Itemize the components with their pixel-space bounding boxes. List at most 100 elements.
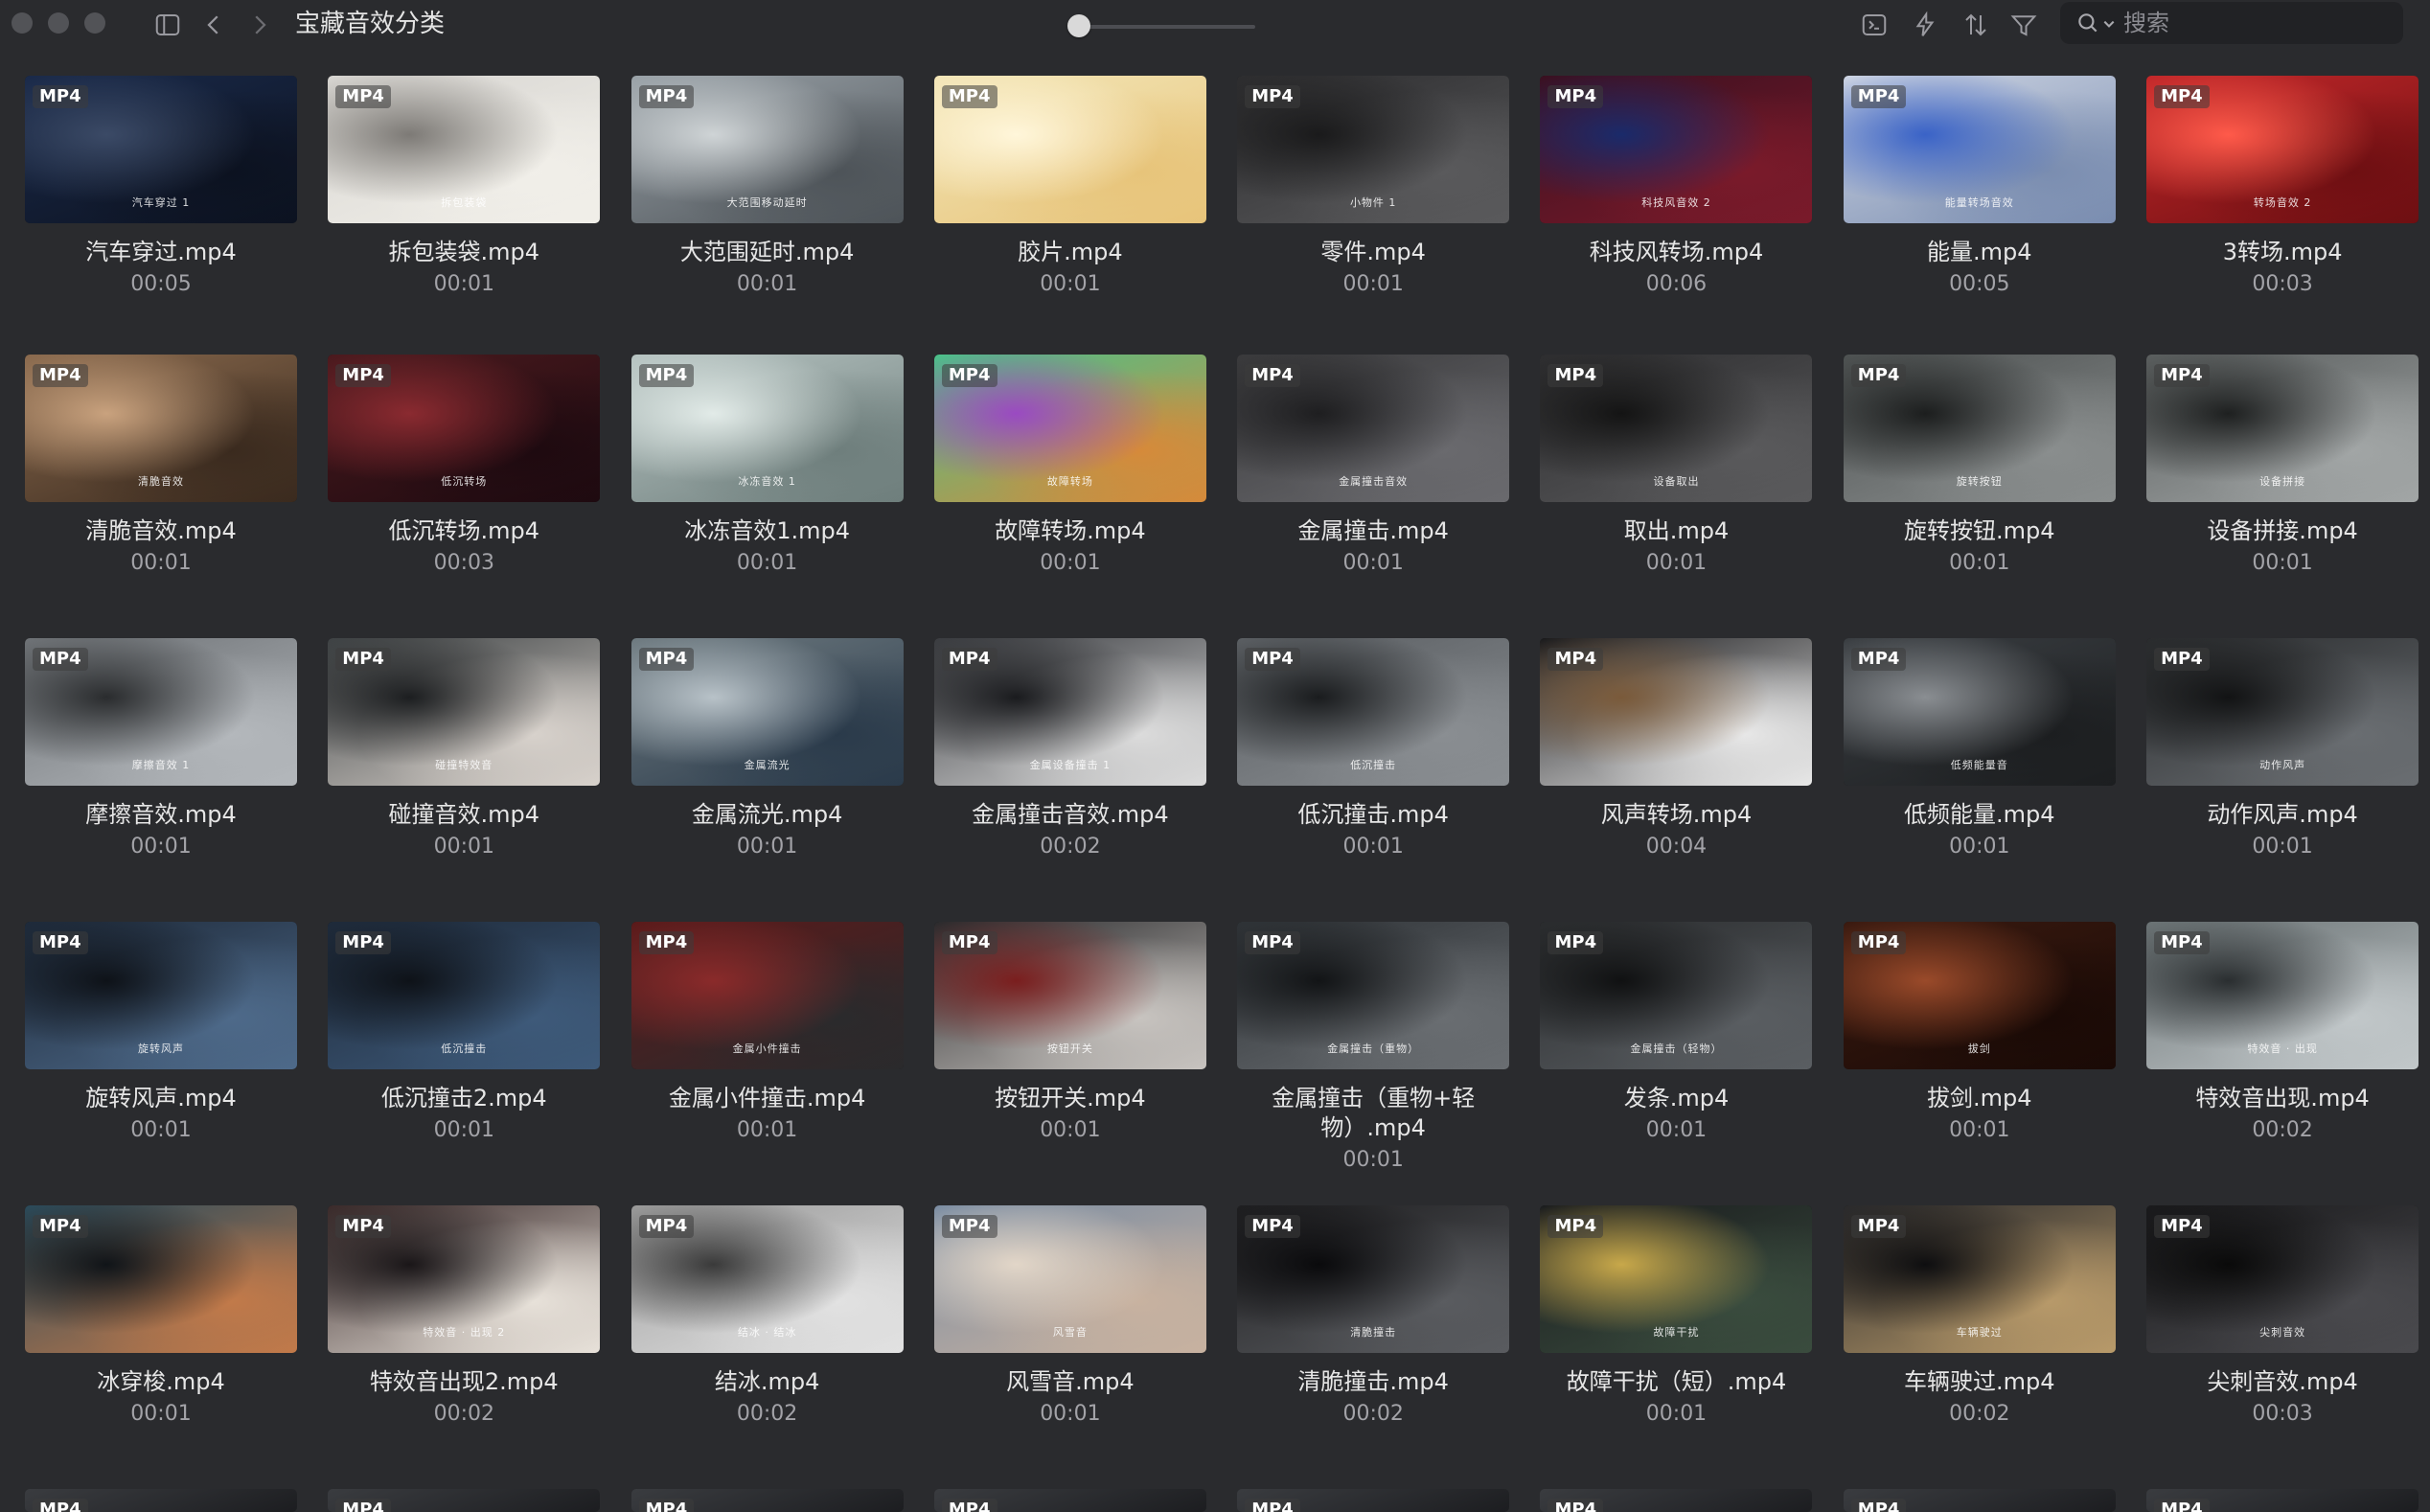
video-thumbnail[interactable]: 金属流光 MP4 (630, 638, 904, 786)
media-tile[interactable]: 汽车穿过 1 MP4 汽车穿过.mp4 00:05 (25, 76, 297, 355)
file-name[interactable]: 金属撞击音效.mp4 (934, 800, 1206, 830)
file-name[interactable]: 3转场.mp4 (2146, 238, 2419, 267)
media-tile[interactable]: 小物件 1 MP4 零件.mp4 00:01 (1237, 76, 1510, 355)
media-tile[interactable]: 故障干扰 MP4 故障干扰（短）.mp4 00:01 (1540, 1205, 1813, 1489)
video-thumbnail[interactable]: 金属撞击（重物） MP4 (1237, 922, 1510, 1069)
file-name[interactable]: 碰撞音效.mp4 (328, 800, 600, 830)
media-tile[interactable]: 清脆撞击 MP4 清脆撞击.mp4 00:02 (1237, 1205, 1510, 1489)
video-thumbnail[interactable]: 动作风声 MP4 (2146, 638, 2419, 786)
media-tile[interactable]: MP4 (933, 1489, 1206, 1512)
file-name[interactable]: 大范围延时.mp4 (631, 238, 904, 267)
media-tile[interactable]: MP4 胶片.mp4 00:01 (933, 76, 1206, 355)
media-tile[interactable]: MP4 (328, 1489, 601, 1512)
video-thumbnail[interactable]: MP4 (1843, 1489, 2116, 1512)
media-tile[interactable]: 能量转场音效 MP4 能量.mp4 00:05 (1843, 76, 2116, 355)
close-window-button[interactable] (11, 12, 33, 34)
minimize-window-button[interactable] (48, 12, 69, 34)
media-tile[interactable]: 特效音 · 出现 2 MP4 特效音出现2.mp4 00:02 (328, 1205, 601, 1489)
media-tile[interactable]: 金属撞击（重物） MP4 金属撞击（重物+轻物）.mp4 00:01 (1237, 922, 1510, 1205)
file-name[interactable]: 冰冻音效1.mp4 (631, 516, 904, 546)
video-thumbnail[interactable]: 金属设备撞击 1 MP4 (933, 638, 1206, 786)
media-tile[interactable]: MP4 (1540, 1489, 1813, 1512)
file-name[interactable]: 低沉撞击.mp4 (1237, 800, 1509, 830)
video-thumbnail[interactable]: MP4 (1540, 1489, 1813, 1512)
file-name[interactable]: 清脆撞击.mp4 (1237, 1367, 1509, 1397)
media-tile[interactable]: 科技风音效 2 MP4 科技风转场.mp4 00:06 (1540, 76, 1813, 355)
search-box[interactable] (2060, 2, 2413, 44)
file-name[interactable]: 拆包装袋.mp4 (328, 238, 600, 267)
file-name[interactable]: 低频能量.mp4 (1844, 800, 2116, 830)
file-name[interactable]: 零件.mp4 (1237, 238, 1509, 267)
video-thumbnail[interactable]: 风雪音 MP4 (933, 1205, 1206, 1353)
forward-chevron-icon[interactable] (242, 8, 277, 42)
file-name[interactable]: 动作风声.mp4 (2146, 800, 2419, 830)
sort-icon[interactable] (1959, 8, 1993, 42)
media-tile[interactable]: 金属撞击音效 MP4 金属撞击.mp4 00:01 (1237, 355, 1510, 638)
file-name[interactable]: 发条.mp4 (1540, 1084, 1812, 1113)
media-tile[interactable]: 低频能量音 MP4 低频能量.mp4 00:01 (1843, 638, 2116, 922)
file-name[interactable]: 冰穿梭.mp4 (25, 1367, 297, 1397)
video-thumbnail[interactable]: 能量转场音效 MP4 (1843, 76, 2116, 223)
file-name[interactable]: 设备拼接.mp4 (2146, 516, 2419, 546)
video-thumbnail[interactable]: MP4 (630, 1489, 904, 1512)
media-tile[interactable]: 车辆驶过 MP4 车辆驶过.mp4 00:02 (1843, 1205, 2116, 1489)
file-name[interactable]: 拔剑.mp4 (1844, 1084, 2116, 1113)
zoom-slider-track[interactable] (1071, 25, 1255, 29)
media-tile[interactable]: 动作风声 MP4 动作风声.mp4 00:01 (2146, 638, 2419, 922)
file-name[interactable]: 旋转风声.mp4 (25, 1084, 297, 1113)
media-tile[interactable]: 清脆音效 MP4 清脆音效.mp4 00:01 (25, 355, 297, 638)
video-thumbnail[interactable]: 摩擦音效 1 MP4 (25, 638, 297, 786)
media-tile[interactable]: 风雪音 MP4 风雪音.mp4 00:01 (933, 1205, 1206, 1489)
media-tile[interactable]: 故障转场 MP4 故障转场.mp4 00:01 (933, 355, 1206, 638)
media-tile[interactable]: 冰冻音效 1 MP4 冰冻音效1.mp4 00:01 (630, 355, 904, 638)
video-thumbnail[interactable]: 大范围移动延时 MP4 (630, 76, 904, 223)
media-tile[interactable]: MP4 风声转场.mp4 00:04 (1540, 638, 1813, 922)
video-thumbnail[interactable]: 转场音效 2 MP4 (2146, 76, 2419, 223)
video-thumbnail[interactable]: 尖刺音效 MP4 (2146, 1205, 2419, 1353)
file-name[interactable]: 旋转按钮.mp4 (1844, 516, 2116, 546)
media-tile[interactable]: 低沉转场 MP4 低沉转场.mp4 00:03 (328, 355, 601, 638)
media-tile[interactable]: MP4 (1237, 1489, 1510, 1512)
media-tile[interactable]: 转场音效 2 MP4 3转场.mp4 00:03 (2146, 76, 2419, 355)
media-tile[interactable]: 摩擦音效 1 MP4 摩擦音效.mp4 00:01 (25, 638, 297, 922)
video-thumbnail[interactable]: 金属撞击（轻物） MP4 (1540, 922, 1813, 1069)
video-thumbnail[interactable]: 按钮开关 MP4 (933, 922, 1206, 1069)
video-thumbnail[interactable]: MP4 (933, 76, 1206, 223)
file-name[interactable]: 金属撞击（重物+轻物）.mp4 (1237, 1084, 1509, 1143)
media-tile[interactable]: 大范围移动延时 MP4 大范围延时.mp4 00:01 (630, 76, 904, 355)
video-thumbnail[interactable]: 碰撞特效音 MP4 (328, 638, 601, 786)
media-tile[interactable]: 旋转风声 MP4 旋转风声.mp4 00:01 (25, 922, 297, 1205)
video-thumbnail[interactable]: MP4 (328, 1489, 601, 1512)
media-tile[interactable]: MP4 (1843, 1489, 2116, 1512)
media-tile[interactable]: 尖刺音效 MP4 尖刺音效.mp4 00:03 (2146, 1205, 2419, 1489)
video-thumbnail[interactable]: 低沉撞击 MP4 (328, 922, 601, 1069)
file-name[interactable]: 清脆音效.mp4 (25, 516, 297, 546)
video-thumbnail[interactable]: 金属撞击音效 MP4 (1237, 355, 1510, 502)
file-name[interactable]: 故障转场.mp4 (934, 516, 1206, 546)
file-name[interactable]: 金属流光.mp4 (631, 800, 904, 830)
file-name[interactable]: 风声转场.mp4 (1540, 800, 1812, 830)
video-thumbnail[interactable]: 设备取出 MP4 (1540, 355, 1813, 502)
media-tile[interactable]: MP4 (2146, 1489, 2419, 1512)
video-thumbnail[interactable]: 金属小件撞击 MP4 (630, 922, 904, 1069)
file-name[interactable]: 特效音出现2.mp4 (328, 1367, 600, 1397)
video-thumbnail[interactable]: MP4 (25, 1205, 297, 1353)
video-thumbnail[interactable]: 小物件 1 MP4 (1237, 76, 1510, 223)
media-tile[interactable]: 金属小件撞击 MP4 金属小件撞击.mp4 00:01 (630, 922, 904, 1205)
video-thumbnail[interactable]: 特效音 · 出现 2 MP4 (328, 1205, 601, 1353)
media-tile[interactable]: MP4 (630, 1489, 904, 1512)
media-tile[interactable]: 低沉撞击 MP4 低沉撞击2.mp4 00:01 (328, 922, 601, 1205)
video-thumbnail[interactable]: 车辆驶过 MP4 (1843, 1205, 2116, 1353)
video-thumbnail[interactable]: 旋转风声 MP4 (25, 922, 297, 1069)
file-name[interactable]: 取出.mp4 (1540, 516, 1812, 546)
video-thumbnail[interactable]: 科技风音效 2 MP4 (1540, 76, 1813, 223)
media-tile[interactable]: 金属流光 MP4 金属流光.mp4 00:01 (630, 638, 904, 922)
chevron-down-icon[interactable] (2102, 16, 2116, 30)
media-tile[interactable]: MP4 冰穿梭.mp4 00:01 (25, 1205, 297, 1489)
file-name[interactable]: 按钮开关.mp4 (934, 1084, 1206, 1113)
media-tile[interactable]: 拆包装袋 MP4 拆包装袋.mp4 00:01 (328, 76, 601, 355)
video-thumbnail[interactable]: 冰冻音效 1 MP4 (630, 355, 904, 502)
media-tile[interactable]: 按钮开关 MP4 按钮开关.mp4 00:01 (933, 922, 1206, 1205)
filter-icon[interactable] (2006, 8, 2041, 42)
file-name[interactable]: 尖刺音效.mp4 (2146, 1367, 2419, 1397)
